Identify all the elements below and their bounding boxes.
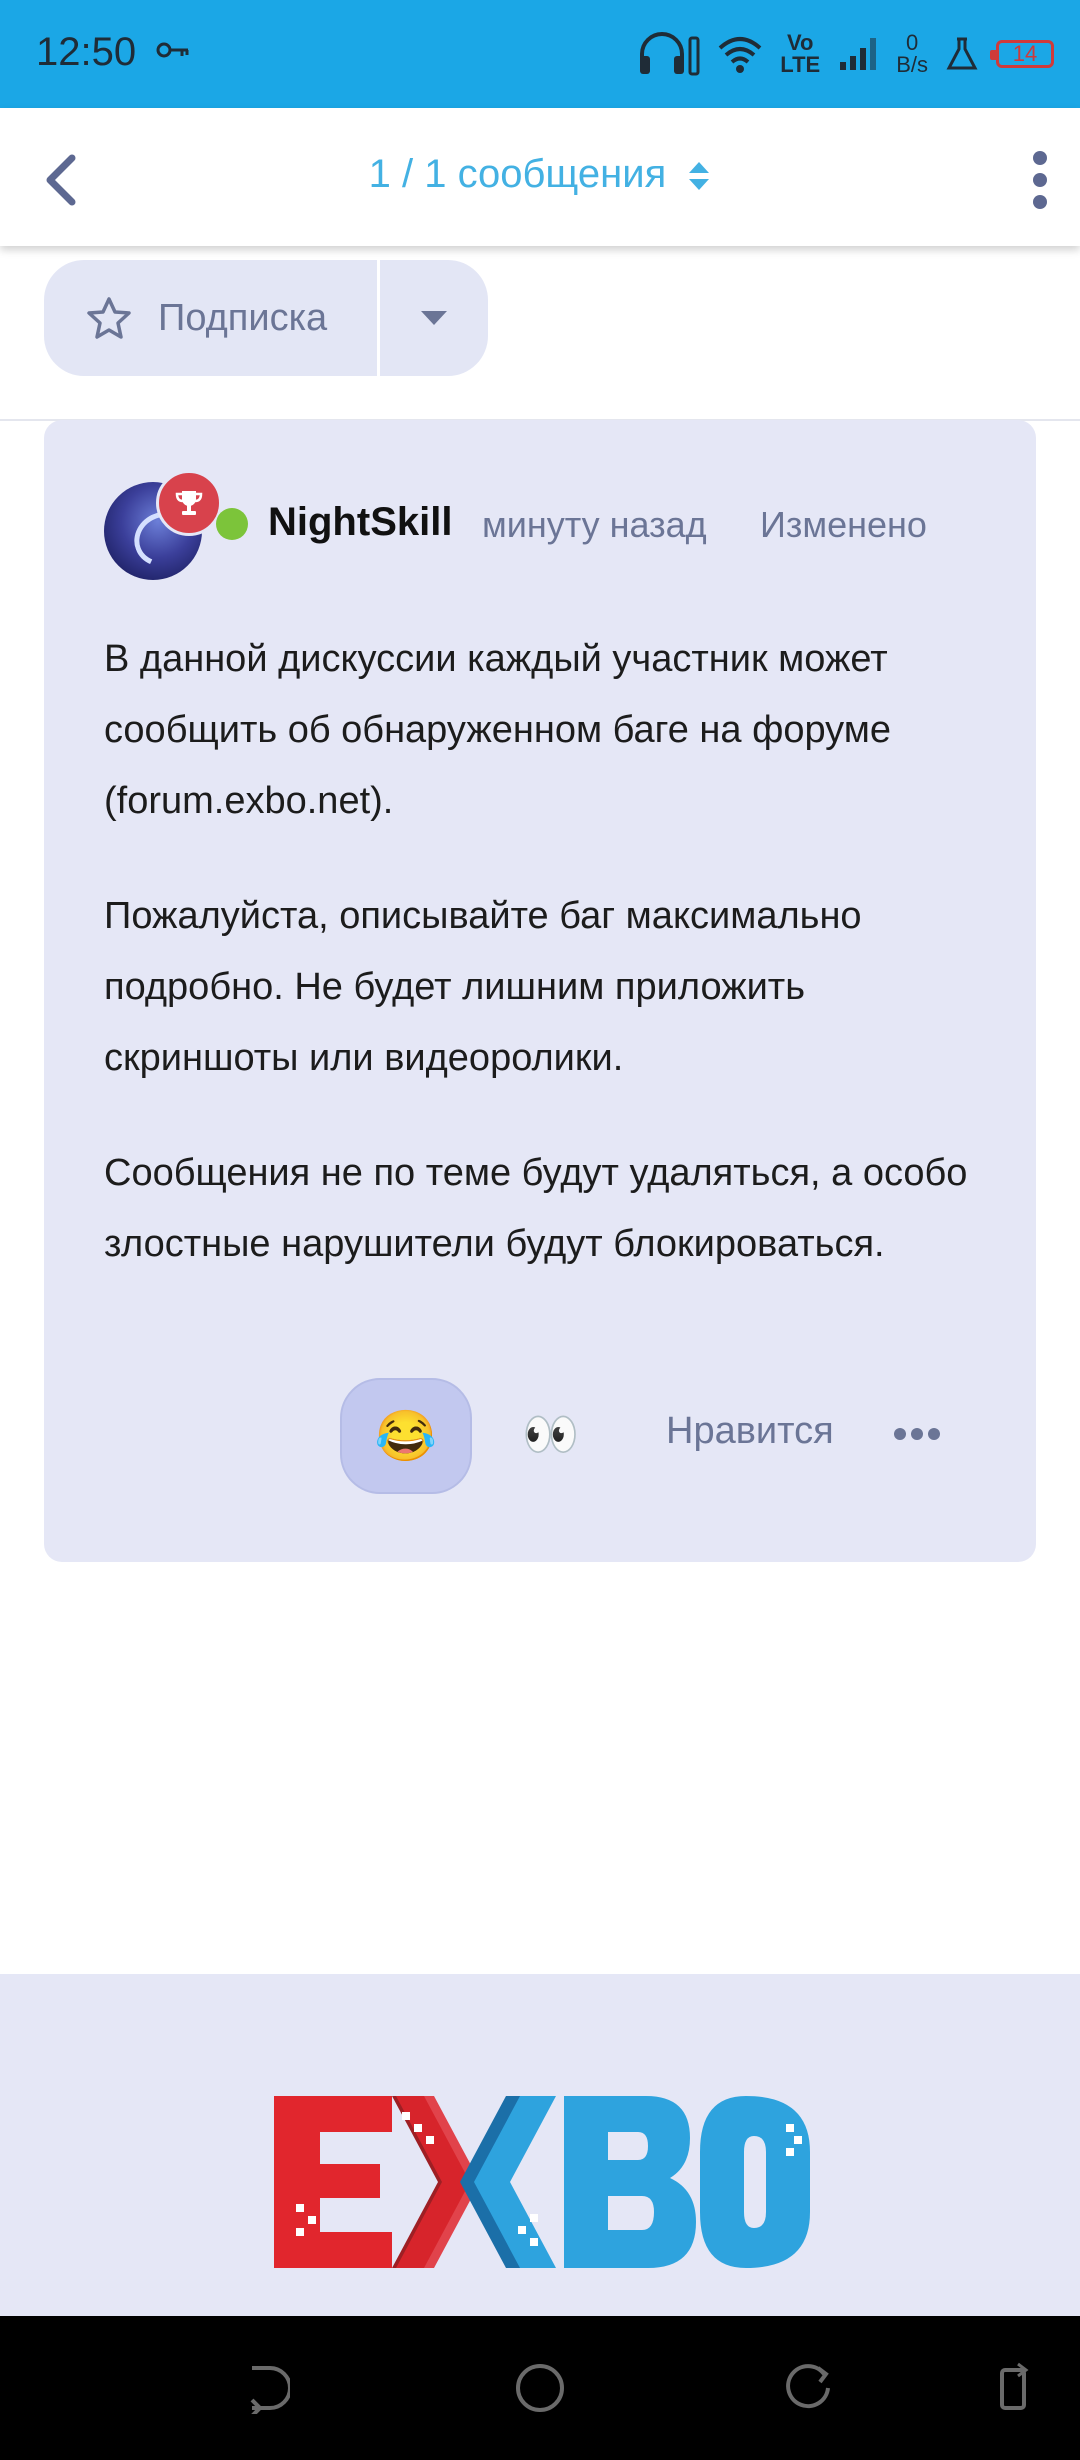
volte-vo: Vo [787, 30, 814, 55]
reaction-eyes-button[interactable]: 👀 [506, 1378, 596, 1490]
reaction-laughing-button[interactable]: 😂 [340, 1378, 472, 1494]
battery-level: 14 [1012, 41, 1038, 66]
net-speed-value: 0 [905, 30, 919, 55]
trophy-badge-icon [156, 470, 222, 536]
laughing-emoji-icon: 😂 [374, 1407, 438, 1464]
subscription-control: Подписка [44, 260, 488, 376]
signal-icon [840, 38, 877, 70]
wifi-icon [718, 37, 762, 73]
post-paragraph: Пожалуйста, описывайте баг максимально п… [104, 895, 862, 1079]
flask-icon [946, 37, 978, 70]
nav-back-icon[interactable] [248, 2362, 290, 2414]
volte-lte: LTE [780, 52, 821, 77]
vpn-key-icon [156, 42, 189, 58]
subscribe-options-button[interactable] [380, 260, 488, 376]
post-counter-dropdown[interactable]: 1 / 1 сообщения [0, 152, 1080, 197]
system-navigation-bar [0, 2316, 1080, 2460]
post-time[interactable]: минуту назад [482, 504, 707, 546]
post-author[interactable]: NightSkill [268, 500, 452, 545]
more-vertical-icon[interactable] [1028, 150, 1052, 210]
post-card: NightSkill минуту назад Изменено В данно… [44, 420, 1036, 1562]
subscribe-button[interactable]: Подписка [44, 260, 377, 376]
exbo-logo [274, 2096, 810, 2268]
post-more-options-icon[interactable] [894, 1428, 940, 1440]
nav-recents-icon[interactable] [786, 2362, 834, 2414]
edited-label[interactable]: Изменено [760, 504, 927, 546]
net-speed-unit: B/s [896, 52, 928, 77]
post-body: В данной дискуссии каждый участник может… [104, 624, 1004, 1324]
battery-icon: 14 [990, 40, 1054, 68]
status-time: 12:50 [36, 30, 137, 74]
online-status-indicator [216, 508, 248, 540]
status-bar: 12:50 Vo LTE 0 B/s 14 [0, 0, 1080, 108]
sort-updown-icon [689, 162, 710, 191]
volte-indicator: Vo LTE [780, 32, 820, 76]
nav-home-icon[interactable] [514, 2362, 566, 2414]
like-button[interactable]: Нравится [666, 1410, 834, 1453]
star-outline-icon [87, 297, 131, 339]
footer [0, 1974, 1080, 2316]
post-counter-label: 1 / 1 сообщения [368, 152, 667, 196]
app-bar: 1 / 1 сообщения [0, 108, 1080, 246]
net-speed: 0 B/s [896, 32, 928, 76]
nav-rotate-icon[interactable] [996, 2362, 1032, 2414]
post-paragraph: Сообщения не по теме будут удаляться, а … [104, 1152, 968, 1265]
caret-down-icon [421, 311, 447, 325]
subscribe-label: Подписка [158, 296, 328, 339]
headphones-icon [640, 32, 700, 76]
post-paragraph: В данной дискуссии каждый участник может… [104, 638, 892, 822]
eyes-emoji-icon: 👀 [522, 1407, 580, 1460]
